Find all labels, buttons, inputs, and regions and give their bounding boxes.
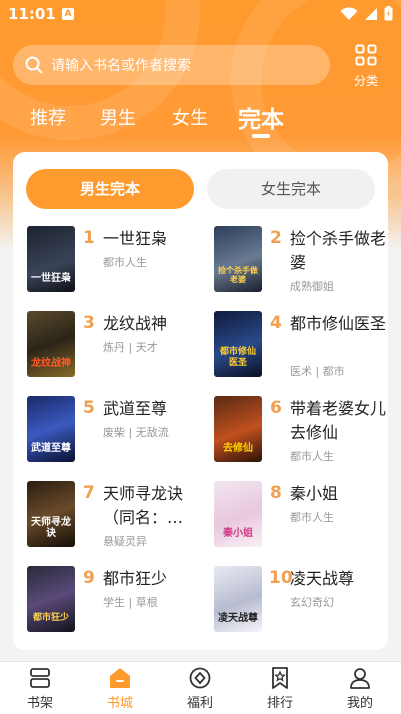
battery-icon bbox=[384, 6, 393, 21]
book-title: 带着老婆女儿去修仙 bbox=[290, 399, 387, 442]
book-cover: 去修仙 bbox=[214, 396, 262, 462]
tab-female[interactable]: 女生 bbox=[172, 104, 208, 130]
book-title: 都市修仙医圣 bbox=[290, 314, 387, 333]
search-input[interactable]: 请输入书名或作者搜索 bbox=[13, 45, 330, 85]
tab-completed[interactable]: 完本 bbox=[238, 100, 284, 134]
cover-title: 秦小姐 bbox=[223, 528, 253, 539]
nav-label: 书城 bbox=[106, 696, 133, 711]
book-rank: 8 bbox=[270, 483, 282, 503]
category-label: 分类 bbox=[353, 74, 378, 88]
book-item[interactable]: 秦小姐 8 秦小姐 都市人生 bbox=[214, 481, 394, 551]
cover-title: 龙纹战神 bbox=[31, 358, 71, 369]
segment-male-completed[interactable]: 男生完本 bbox=[26, 169, 194, 209]
book-rank: 1 bbox=[83, 228, 95, 248]
nav-label: 福利 bbox=[186, 696, 213, 711]
nav-welfare[interactable]: 福利 bbox=[170, 666, 230, 711]
cover-title: 凌天战尊 bbox=[218, 613, 258, 624]
nav-bookshelf[interactable]: 书架 bbox=[10, 666, 70, 711]
book-title: 凌天战尊 bbox=[290, 569, 355, 588]
book-item[interactable]: 武道至尊 5 武道至尊 废柴 | 无敌流 bbox=[27, 396, 207, 466]
book-tags: 学生 | 草根 bbox=[103, 596, 158, 609]
book-tags: 都市人生 bbox=[103, 256, 147, 269]
book-rank: 3 bbox=[83, 313, 95, 333]
book-cover: 天师寻龙诀 bbox=[27, 481, 75, 547]
search-icon bbox=[25, 56, 43, 74]
book-cover: 龙纹战神 bbox=[27, 311, 75, 377]
cover-title: 去修仙 bbox=[223, 443, 253, 454]
book-item[interactable]: 天师寻龙诀 7 天师寻龙诀（同名：… 悬疑灵异 bbox=[27, 481, 207, 551]
signal-icon bbox=[365, 7, 377, 20]
bookshelf-icon bbox=[30, 668, 50, 688]
cover-title: 都市修仙医圣 bbox=[219, 347, 256, 368]
book-cover: 都市修仙医圣 bbox=[214, 311, 262, 377]
book-cover: 一世狂枭 bbox=[27, 226, 75, 292]
cover-title: 都市狂少 bbox=[32, 613, 69, 623]
book-tags: 成熟御姐 bbox=[290, 280, 334, 293]
nav-label: 排行 bbox=[266, 696, 293, 711]
search-placeholder: 请输入书名或作者搜索 bbox=[51, 58, 191, 74]
nav-ranking[interactable]: 排行 bbox=[250, 666, 310, 711]
cover-title: 一世狂枭 bbox=[31, 273, 71, 284]
segment-female-completed[interactable]: 女生完本 bbox=[207, 169, 375, 209]
bookstore-icon bbox=[110, 668, 130, 688]
category-button[interactable]: 分类 bbox=[348, 44, 384, 88]
book-title: 都市狂少 bbox=[103, 569, 168, 588]
book-title: 龙纹战神 bbox=[103, 314, 168, 333]
nav-bookstore[interactable]: 书城 bbox=[90, 666, 150, 711]
book-title: 捡个杀手做老婆 bbox=[290, 229, 387, 272]
user-icon bbox=[350, 668, 370, 689]
tab-male[interactable]: 男生 bbox=[100, 104, 136, 130]
book-tags: 医术 | 都市 bbox=[290, 365, 345, 378]
book-rank: 7 bbox=[83, 483, 95, 503]
book-item[interactable]: 捡个杀手做老婆 2 捡个杀手做老婆 成熟御姐 bbox=[214, 226, 394, 296]
ranking-icon bbox=[272, 667, 288, 689]
cover-title: 天师寻龙诀 bbox=[31, 517, 71, 539]
cover-title: 武道至尊 bbox=[31, 443, 71, 454]
book-tags: 悬疑灵异 bbox=[103, 535, 147, 548]
book-cover: 武道至尊 bbox=[27, 396, 75, 462]
book-cover: 凌天战尊 bbox=[214, 566, 262, 632]
welfare-icon bbox=[189, 667, 211, 689]
nav-label: 我的 bbox=[346, 696, 373, 711]
tab-recommend[interactable]: 推荐 bbox=[30, 104, 66, 130]
tab-indicator bbox=[252, 134, 270, 138]
wifi-icon bbox=[340, 6, 358, 20]
book-cover: 捡个杀手做老婆 bbox=[214, 226, 262, 292]
book-rank: 4 bbox=[270, 313, 282, 333]
book-title: 一世狂枭 bbox=[103, 229, 168, 248]
book-title: 秦小姐 bbox=[290, 484, 339, 503]
status-time: 11:01 bbox=[8, 5, 56, 23]
book-title: 天师寻龙诀（同名：… bbox=[103, 484, 184, 527]
channel-tabs: 推荐 男生 女生 完本 bbox=[0, 98, 401, 144]
book-rank: 2 bbox=[270, 228, 282, 248]
book-item[interactable]: 都市修仙医圣 4 都市修仙医圣 医术 | 都市 bbox=[214, 311, 394, 381]
book-tags: 废柴 | 无敌流 bbox=[103, 426, 169, 439]
book-rank: 6 bbox=[270, 398, 282, 418]
nav-mine[interactable]: 我的 bbox=[330, 666, 390, 711]
book-item[interactable]: 都市狂少 9 都市狂少 学生 | 草根 bbox=[27, 566, 207, 636]
book-item[interactable]: 去修仙 6 带着老婆女儿去修仙 都市人生 bbox=[214, 396, 394, 466]
book-tags: 炼丹 | 天才 bbox=[103, 341, 158, 354]
book-tags: 都市人生 bbox=[290, 450, 334, 463]
book-tags: 玄幻奇幻 bbox=[290, 596, 334, 609]
book-cover: 都市狂少 bbox=[27, 566, 75, 632]
book-tags: 都市人生 bbox=[290, 511, 334, 524]
notification-icon: A bbox=[62, 8, 74, 20]
book-item[interactable]: 龙纹战神 3 龙纹战神 炼丹 | 天才 bbox=[27, 311, 207, 381]
book-item[interactable]: 一世狂枭 1 一世狂枭 都市人生 bbox=[27, 226, 207, 296]
book-title: 武道至尊 bbox=[103, 399, 168, 418]
book-cover: 秦小姐 bbox=[214, 481, 262, 547]
book-rank: 9 bbox=[83, 568, 95, 588]
ranking-card: 男生完本 女生完本 一世狂枭 1 一世狂枭 都市人生 捡个杀手做老婆 2 捡个杀… bbox=[13, 152, 388, 650]
grid-icon bbox=[355, 44, 377, 66]
nav-label: 书架 bbox=[26, 696, 53, 711]
cover-title: 捡个杀手做老婆 bbox=[218, 266, 258, 284]
bottom-nav: 书架 书城 福利 排行 我的 bbox=[0, 661, 401, 714]
status-bar: 11:01 A bbox=[0, 0, 401, 28]
book-rank: 5 bbox=[83, 398, 95, 418]
status-icons bbox=[340, 6, 393, 21]
book-item[interactable]: 凌天战尊 10 凌天战尊 玄幻奇幻 bbox=[214, 566, 394, 636]
